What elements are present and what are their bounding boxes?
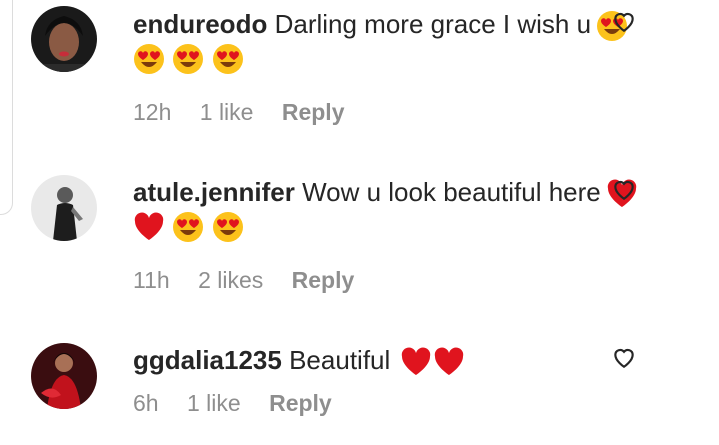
comment-line: atule.jennifer Wow u look beautiful here bbox=[133, 174, 653, 210]
comment-line: endureodo Darling more grace I wish u bbox=[133, 6, 653, 42]
heart-eyes-emoji bbox=[212, 44, 243, 75]
comment-time: 11h bbox=[133, 267, 170, 294]
comment-username[interactable]: ggdalia1235 bbox=[133, 345, 282, 375]
reply-button[interactable]: Reply bbox=[269, 390, 332, 416]
comment-text: Darling more grace I wish u bbox=[274, 9, 592, 39]
emoji-line bbox=[133, 211, 653, 247]
red-heart-emoji bbox=[401, 347, 430, 376]
reply-button[interactable]: Reply bbox=[282, 99, 345, 125]
comment-meta: 12h 1 like Reply bbox=[133, 99, 653, 126]
comment-likes[interactable]: 1 like bbox=[187, 390, 241, 416]
avatar[interactable] bbox=[31, 343, 97, 409]
comment-likes[interactable]: 2 likes bbox=[198, 267, 263, 293]
red-heart-emoji bbox=[434, 347, 463, 376]
avatar[interactable] bbox=[31, 175, 97, 241]
comment-username[interactable]: atule.jennifer bbox=[133, 177, 295, 207]
comment-likes[interactable]: 1 like bbox=[200, 99, 254, 125]
comment-meta: 11h 2 likes Reply bbox=[133, 267, 653, 294]
avatar[interactable] bbox=[31, 6, 97, 72]
heart-eyes-emoji bbox=[212, 212, 243, 243]
heart-eyes-emoji bbox=[173, 44, 204, 75]
heart-eyes-emoji bbox=[173, 212, 204, 243]
heart-outline-icon[interactable] bbox=[611, 344, 637, 370]
comment-text: Wow u look beautiful here bbox=[302, 177, 601, 207]
comment-time: 6h bbox=[133, 390, 159, 417]
comment-time: 12h bbox=[133, 99, 172, 126]
comment-line: ggdalia1235 Beautiful bbox=[133, 342, 653, 378]
red-heart-emoji bbox=[134, 212, 164, 241]
heart-eyes-emoji bbox=[134, 44, 164, 75]
comment-text: Beautiful bbox=[289, 345, 391, 375]
emoji-line bbox=[133, 43, 653, 79]
comment-username[interactable]: endureodo bbox=[133, 9, 267, 39]
heart-outline-icon[interactable] bbox=[611, 176, 637, 202]
heart-outline-icon[interactable] bbox=[611, 8, 637, 34]
comment-meta: 6h 1 like Reply bbox=[133, 390, 653, 417]
previous-panel-edge bbox=[0, 0, 13, 215]
reply-button[interactable]: Reply bbox=[292, 267, 355, 293]
